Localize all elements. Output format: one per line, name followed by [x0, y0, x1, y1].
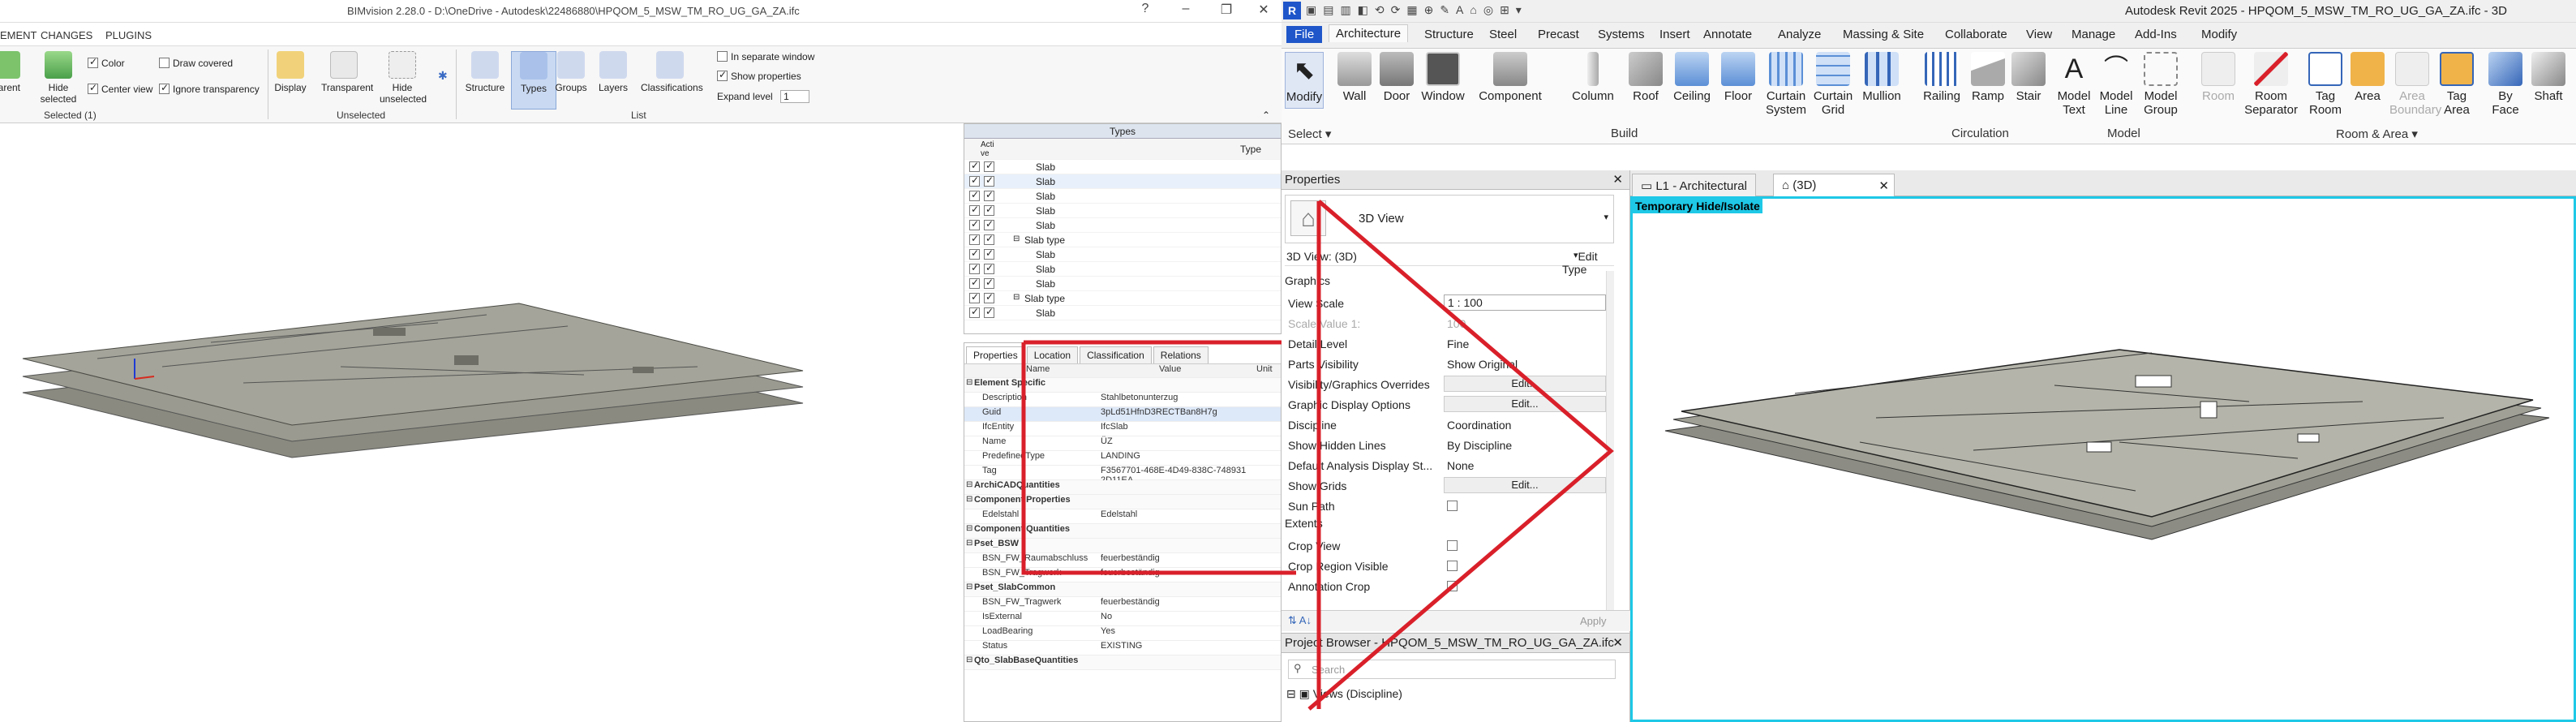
red-annotation-line — [1021, 342, 1296, 575]
red-annotation-arrow — [1307, 200, 1614, 711]
red-annotation-overlay — [1021, 200, 1614, 711]
